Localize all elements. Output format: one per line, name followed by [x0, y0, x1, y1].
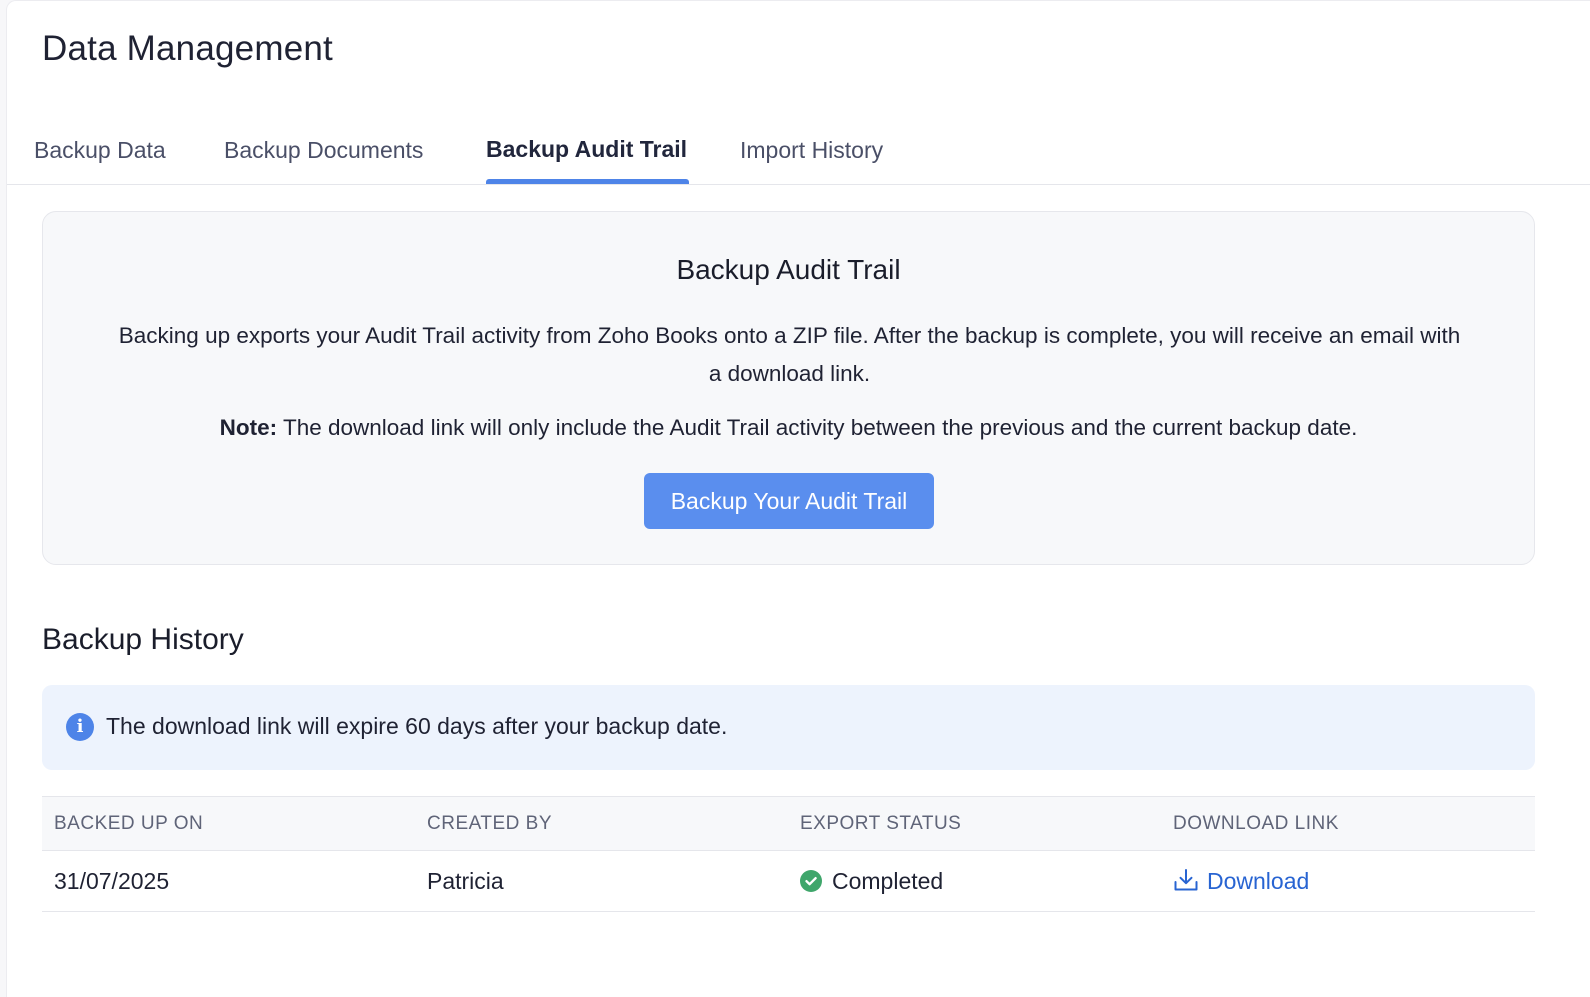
tab-import-history[interactable]: Import History: [740, 137, 883, 164]
tab-backup-audit-trail[interactable]: Backup Audit Trail: [486, 136, 687, 163]
column-header-download-link: DOWNLOAD LINK: [1173, 813, 1339, 834]
backup-audit-trail-button[interactable]: Backup Your Audit Trail: [644, 473, 934, 529]
banner-text: The download link will expire 60 days af…: [106, 713, 728, 739]
backup-info-card: Backup Audit Trail Backing up exports yo…: [42, 211, 1535, 565]
cell-download-link: Download: [1173, 868, 1309, 898]
check-circle-icon: [800, 870, 822, 892]
expiry-info-banner: i The download link will expire 60 days …: [42, 685, 1535, 770]
card-note: Note: The download link will only includ…: [43, 415, 1534, 441]
data-management-page: Data Management Backup Data Backup Docum…: [6, 0, 1590, 997]
cell-created-by: Patricia: [427, 868, 504, 894]
download-label: Download: [1207, 868, 1310, 894]
table-row: 31/07/2025 Patricia Completed Download: [42, 851, 1535, 912]
page-title: Data Management: [42, 29, 333, 68]
cell-export-status: Completed: [800, 868, 943, 895]
status-text: Completed: [832, 868, 944, 894]
backup-history-title: Backup History: [42, 623, 244, 656]
table-header: BACKED UP ON CREATED BY EXPORT STATUS DO…: [42, 796, 1535, 851]
cell-backed-up-on: 31/07/2025: [54, 868, 170, 894]
info-icon: i: [66, 713, 94, 741]
backup-history-table: BACKED UP ON CREATED BY EXPORT STATUS DO…: [42, 796, 1535, 912]
card-title: Backup Audit Trail: [676, 254, 901, 285]
download-link[interactable]: Download: [1173, 868, 1309, 894]
column-header-created-by: CREATED BY: [427, 813, 553, 834]
note-text: The download link will only include the …: [277, 415, 1358, 440]
tab-backup-data[interactable]: Backup Data: [34, 137, 166, 164]
download-icon: [1173, 868, 1199, 898]
tab-bar: Backup Data Backup Documents Backup Audi…: [7, 121, 1590, 185]
card-description: Backing up exports your Audit Trail acti…: [118, 323, 1461, 386]
active-tab-indicator: [486, 179, 689, 184]
column-header-backed-up-on: BACKED UP ON: [54, 813, 204, 834]
tab-backup-documents[interactable]: Backup Documents: [224, 137, 423, 164]
note-label: Note:: [219, 415, 278, 440]
column-header-export-status: EXPORT STATUS: [800, 813, 962, 834]
